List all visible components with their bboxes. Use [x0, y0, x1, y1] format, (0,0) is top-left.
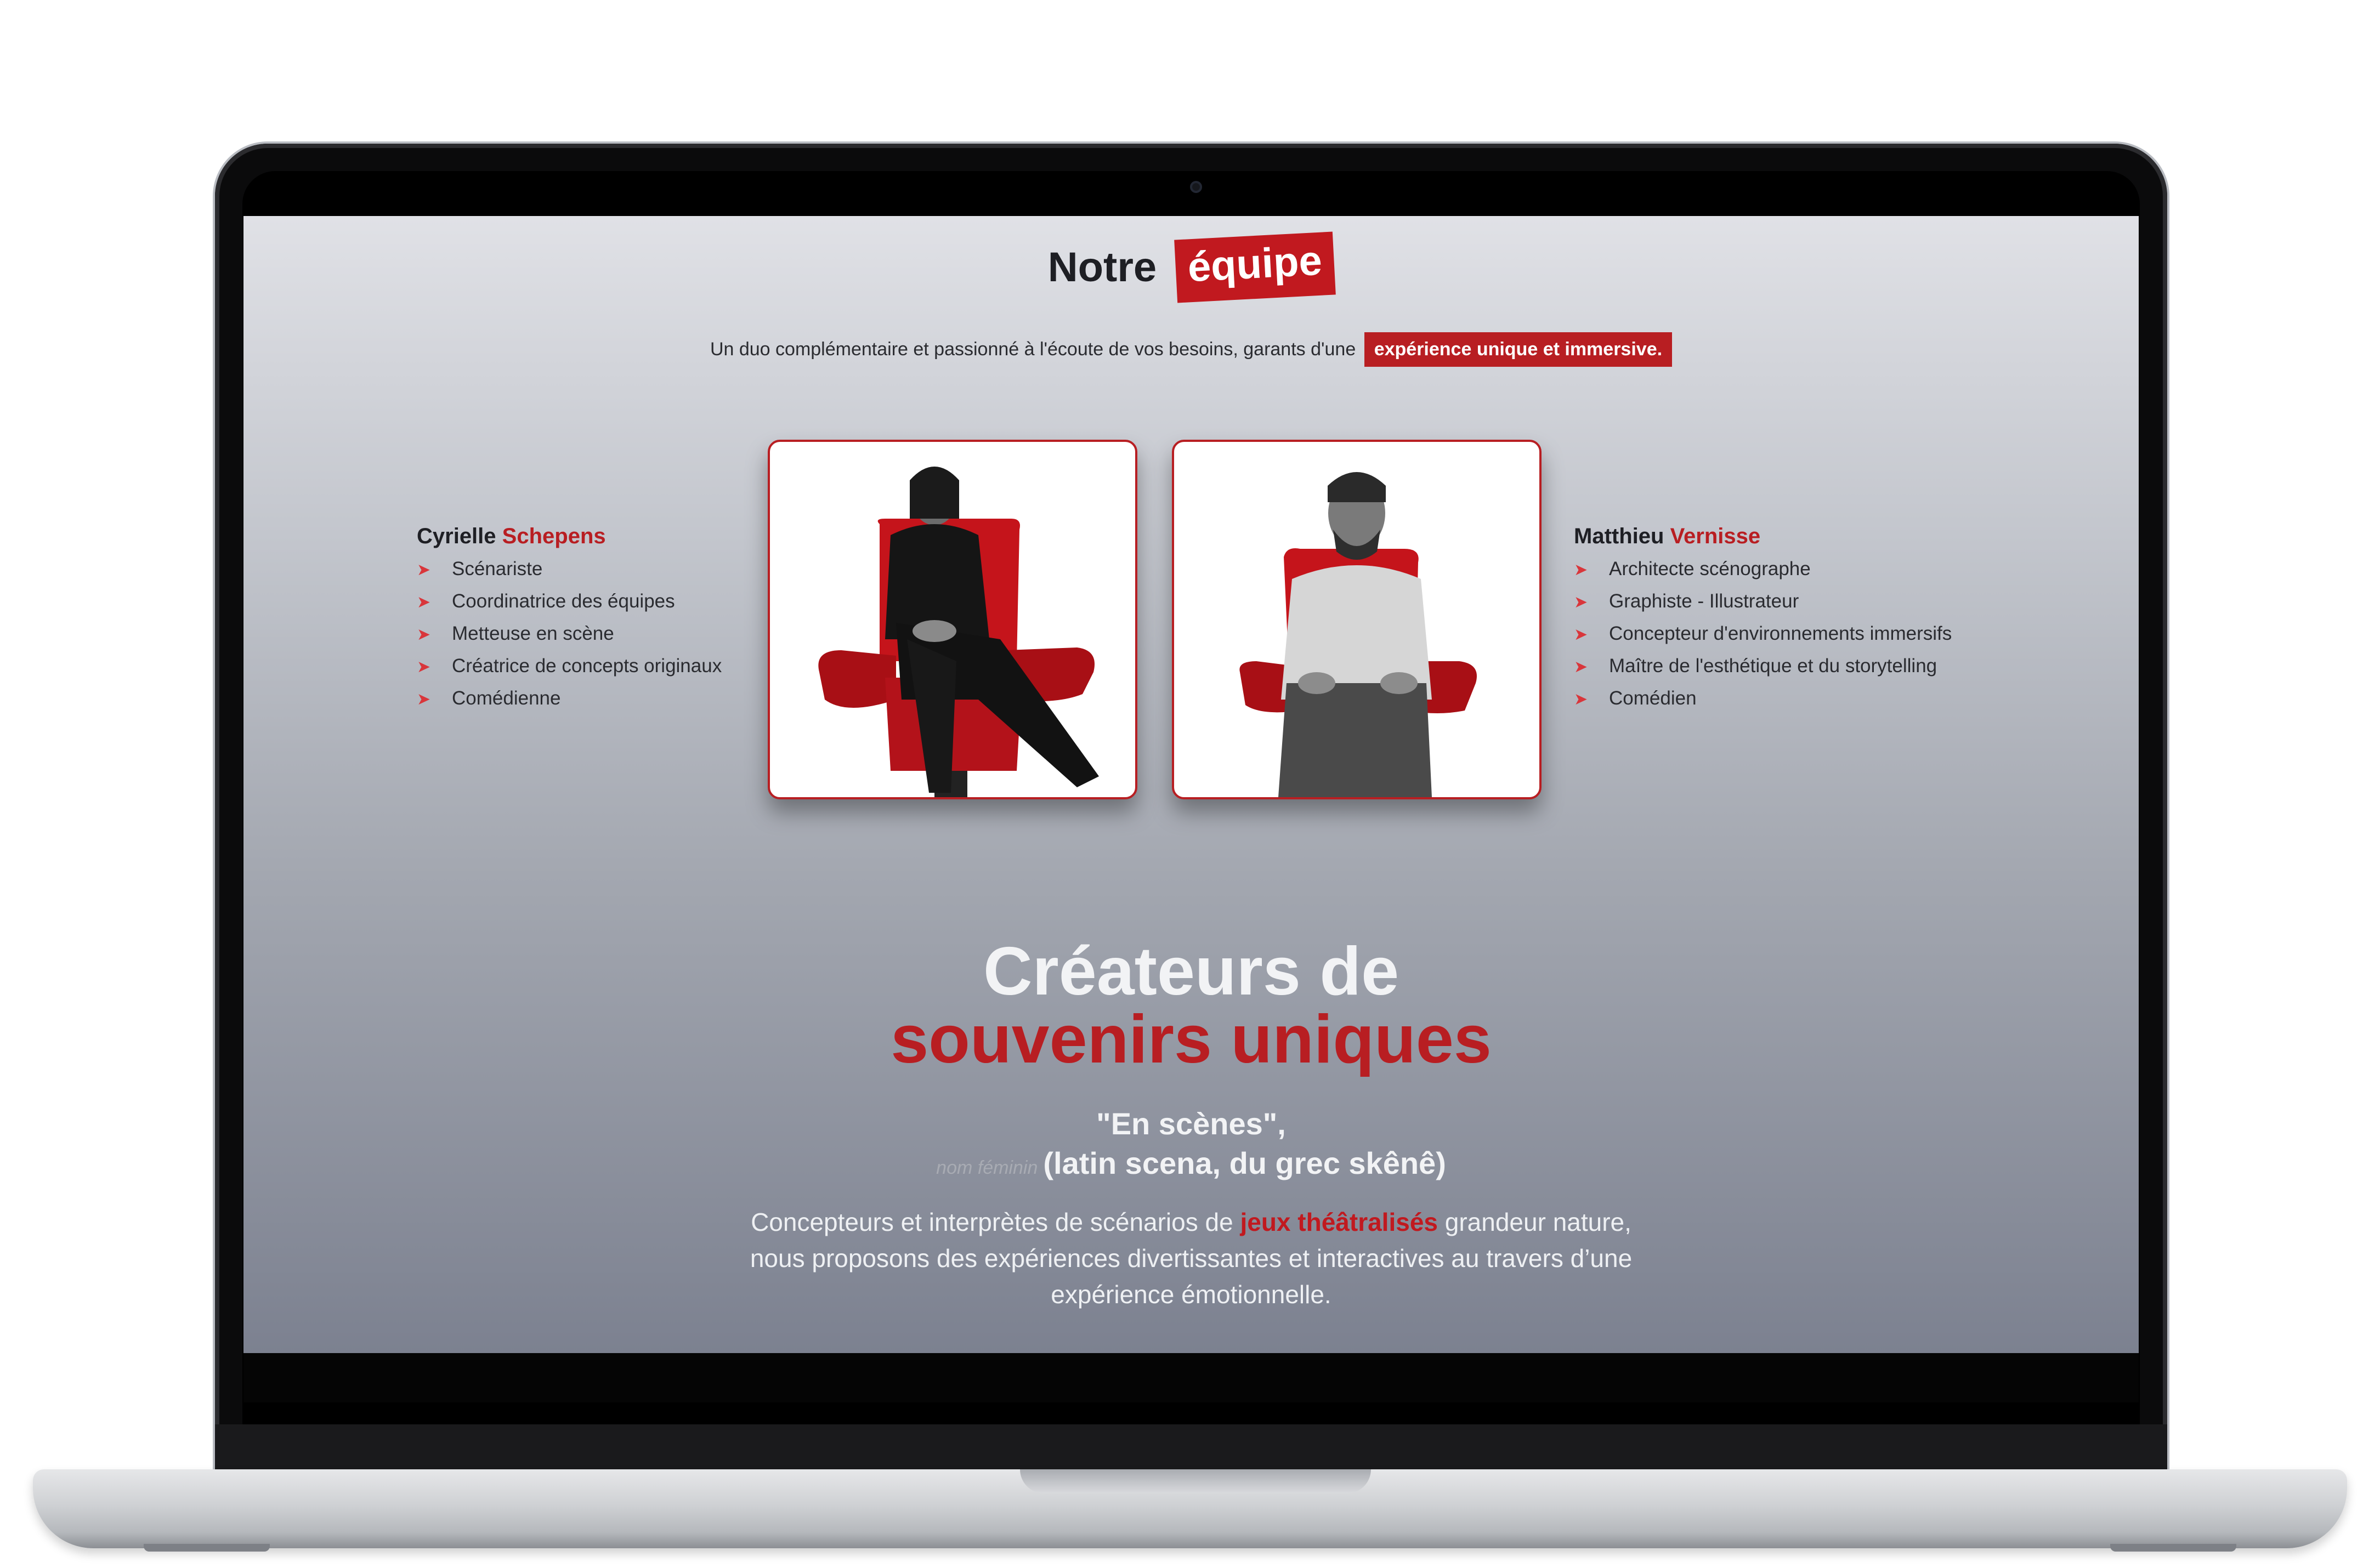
- arrow-icon: ➤: [417, 561, 431, 579]
- quote-line1: "En scènes",: [1096, 1106, 1286, 1141]
- camera-notch: [1092, 171, 1299, 211]
- desc-text-1: Concepteurs et interprètes de scénarios …: [751, 1208, 1233, 1236]
- role-item: ➤ Metteuse en scène: [417, 618, 722, 650]
- arrow-icon: ➤: [1574, 593, 1588, 611]
- team-heading: Notre équipe: [243, 231, 2139, 303]
- role-item: ➤ Architecte scénographe: [1574, 553, 1952, 586]
- member-first-name: Cyrielle: [417, 524, 496, 548]
- team-title-word: Notre: [1047, 244, 1157, 291]
- arrow-icon: ➤: [417, 593, 431, 611]
- member-name: Cyrielle Schepens: [417, 524, 722, 549]
- screen-bottom-bezel: [243, 1353, 2139, 1402]
- arrow-icon: ➤: [1574, 658, 1588, 676]
- hero-description: Concepteurs et interprètes de scénarios …: [737, 1204, 1645, 1313]
- team-intro-highlight: expérience unique et immersive.: [1364, 332, 1673, 367]
- member-name: Matthieu Vernisse: [1574, 524, 1952, 549]
- role-item: ➤ Coordinatrice des équipes: [417, 586, 722, 618]
- arrow-icon: ➤: [417, 690, 431, 708]
- role-item: ➤ Créatrice de concepts originaux: [417, 650, 722, 683]
- laptop-foot-right: [2110, 1544, 2236, 1552]
- member-last-name: Vernisse: [1670, 524, 1761, 548]
- role-item: ➤ Comédienne: [417, 683, 722, 715]
- laptop-chin: [215, 1424, 2167, 1470]
- arrow-icon: ➤: [417, 658, 431, 676]
- trackpad-notch: [1020, 1469, 1371, 1493]
- member-photo-cyrielle: [768, 440, 1137, 799]
- member-first-name: Matthieu: [1574, 524, 1664, 548]
- quote-small-label: nom féminin: [936, 1157, 1038, 1178]
- website-screen: Notre équipe Un duo complémentaire et pa…: [243, 216, 2139, 1353]
- role-item: ➤ Concepteur d'environnements immersifs: [1574, 618, 1952, 650]
- role-item: ➤ Scénariste: [417, 553, 722, 586]
- member-roles: ➤ Architecte scénographe ➤ Graphiste - Ill…: [1574, 553, 1952, 715]
- quote-line2: (latin scena, du grec skênê): [1043, 1146, 1446, 1180]
- desc-highlight: jeux théâtralisés: [1240, 1208, 1438, 1236]
- definition-quote: "En scènes", nom féminin (latin scena, du…: [243, 1104, 2139, 1188]
- member-roles: ➤ Scénariste ➤ Coordinatrice des équipes ➤…: [417, 553, 722, 715]
- team-title-badge: équipe: [1174, 231, 1336, 303]
- camera-icon: [1190, 181, 1202, 193]
- hero-title-line1: Créateurs de: [983, 934, 1399, 1009]
- member-photo-matthieu: [1172, 440, 1542, 799]
- role-item: ➤ Maître de l'esthétique et du storytelli…: [1574, 650, 1952, 683]
- role-item: ➤ Graphiste - Illustrateur: [1574, 586, 1952, 618]
- hero-title-line2: souvenirs uniques: [891, 1002, 1492, 1077]
- arrow-icon: ➤: [1574, 690, 1588, 708]
- member-matthieu: Matthieu Vernisse ➤ Architecte scénograph…: [1574, 524, 1952, 715]
- quote-line2-wrap: nom féminin (latin scena, du grec skênê): [243, 1144, 2139, 1188]
- arrow-icon: ➤: [1574, 626, 1588, 644]
- team-intro-text: Un duo complémentaire et passionné à l'é…: [710, 339, 1356, 360]
- laptop-base: [33, 1469, 2347, 1548]
- laptop-foot-left: [144, 1544, 270, 1552]
- team-intro: Un duo complémentaire et passionné à l'é…: [243, 332, 2139, 367]
- arrow-icon: ➤: [417, 626, 431, 644]
- arrow-icon: ➤: [1574, 561, 1588, 579]
- member-cyrielle: Cyrielle Schepens ➤ Scénariste ➤ Coordinat…: [417, 524, 722, 715]
- member-last-name: Schepens: [502, 524, 606, 548]
- role-item: ➤ Comédien: [1574, 683, 1952, 715]
